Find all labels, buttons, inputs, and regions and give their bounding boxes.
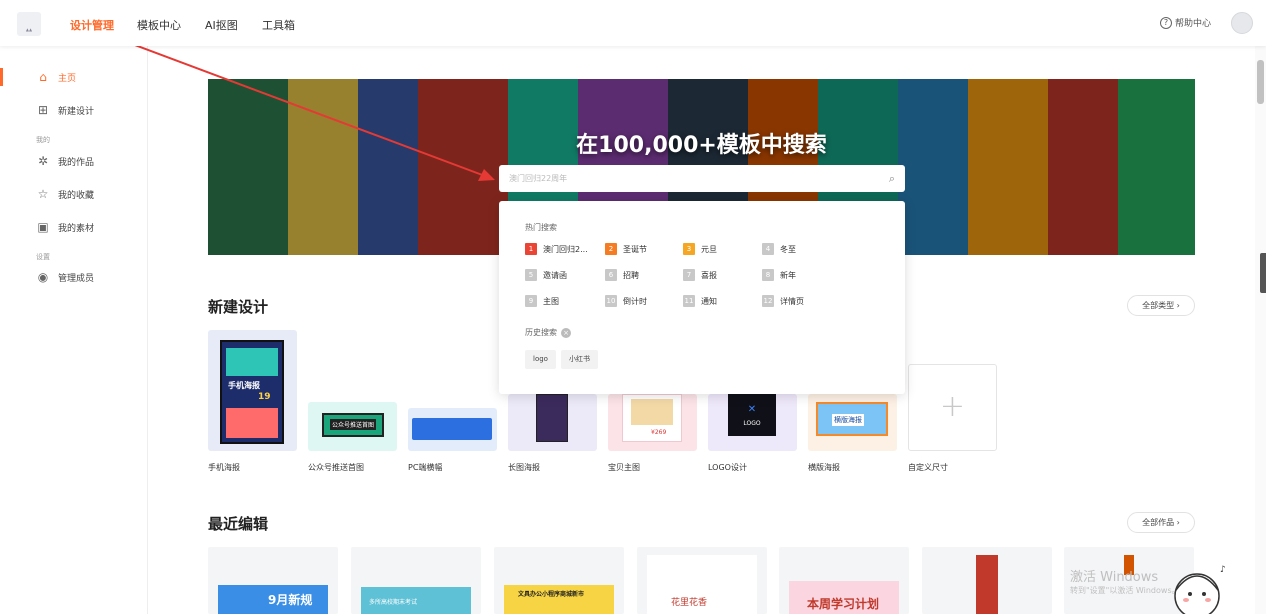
hot-search-text: 倒计时 xyxy=(623,296,647,306)
hot-search-text: 圣诞节 xyxy=(623,244,647,254)
hot-search-item[interactable]: 3 元旦 xyxy=(683,243,717,255)
clear-history-icon[interactable]: × xyxy=(561,327,571,338)
hot-search-item[interactable]: 4 冬至 xyxy=(762,243,796,255)
user-avatar[interactable] xyxy=(1231,12,1253,34)
hot-search-text: 通知 xyxy=(701,296,717,306)
scrollbar-thumb[interactable] xyxy=(1257,60,1264,104)
hot-search-text: 主图 xyxy=(543,296,559,306)
hot-search-rank: 12 xyxy=(762,295,774,307)
hot-search-item[interactable]: 11 通知 xyxy=(683,295,717,307)
hot-search-text: 冬至 xyxy=(780,244,796,254)
hot-search-text: 澳门回归2... xyxy=(543,244,588,254)
hot-search-item[interactable]: 6 招聘 xyxy=(605,269,639,281)
hot-search-rank: 6 xyxy=(605,269,617,281)
history-label-text: 历史搜索 xyxy=(525,328,557,337)
history-search-label: 历史搜索 × xyxy=(525,327,571,338)
hot-search-item[interactable]: 7 喜报 xyxy=(683,269,717,281)
hot-search-item[interactable]: 12 详情页 xyxy=(762,295,804,307)
side-feedback-tab[interactable] xyxy=(1260,253,1266,293)
nav-toolbox[interactable]: 工具箱 xyxy=(262,17,295,33)
history-tag[interactable]: 小红书 xyxy=(561,350,598,369)
page-scrollbar[interactable] xyxy=(1255,46,1266,614)
search-input[interactable] xyxy=(509,174,889,183)
hot-search-rank: 4 xyxy=(762,243,774,255)
hot-search-rank: 3 xyxy=(683,243,695,255)
hot-search-text: 元旦 xyxy=(701,244,717,254)
hot-search-rank: 1 xyxy=(525,243,537,255)
hot-search-item[interactable]: 5 邀请函 xyxy=(525,269,567,281)
hot-search-label: 热门搜索 xyxy=(525,223,557,232)
brand-logo[interactable]: ▲▲ xyxy=(17,12,41,36)
hot-search-rank: 10 xyxy=(605,295,617,307)
hot-search-item[interactable]: 2 圣诞节 xyxy=(605,243,647,255)
hot-search-item[interactable]: 8 新年 xyxy=(762,269,796,281)
hot-search-item[interactable]: 1 澳门回归2... xyxy=(525,243,588,255)
history-tag[interactable]: logo xyxy=(525,350,556,369)
hot-search-text: 喜报 xyxy=(701,270,717,280)
hot-search-rank: 5 xyxy=(525,269,537,281)
hot-search-rank: 2 xyxy=(605,243,617,255)
help-icon: ? xyxy=(1160,16,1172,29)
hot-search-text: 新年 xyxy=(780,270,796,280)
help-center-link[interactable]: ? 帮助中心 xyxy=(1160,16,1211,29)
nav-template-center[interactable]: 模板中心 xyxy=(137,17,181,33)
hot-search-text: 邀请函 xyxy=(543,270,567,280)
hot-search-rank: 7 xyxy=(683,269,695,281)
mascot-icon[interactable]: ♪ xyxy=(1164,560,1230,614)
help-label: 帮助中心 xyxy=(1175,19,1212,29)
hot-search-item[interactable]: 10 倒计时 xyxy=(605,295,647,307)
hot-search-text: 招聘 xyxy=(623,270,639,280)
top-bar: ▲▲ 设计管理 模板中心 AI抠图 工具箱 ? 帮助中心 xyxy=(0,0,1266,46)
search-suggestions-dropdown: 热门搜索 1 澳门回归2... 2 圣诞节 3 元旦 4 冬至 5 邀请函 6 招聘 7 喜报 8 新年 9 主图… xyxy=(499,201,905,394)
hot-search-rank: 9 xyxy=(525,295,537,307)
svg-text:♪: ♪ xyxy=(1220,565,1226,575)
hot-search-rank: 8 xyxy=(762,269,774,281)
hot-search-text: 详情页 xyxy=(780,296,804,306)
nav-ai-cutout[interactable]: AI抠图 xyxy=(205,17,238,33)
hot-search-rank: 11 xyxy=(683,295,695,307)
hot-search-item[interactable]: 9 主图 xyxy=(525,295,559,307)
nav-design-management[interactable]: 设计管理 xyxy=(70,17,114,33)
search-icon[interactable]: ⌕ xyxy=(889,172,895,186)
template-search-bar[interactable]: ⌕ xyxy=(499,165,905,192)
